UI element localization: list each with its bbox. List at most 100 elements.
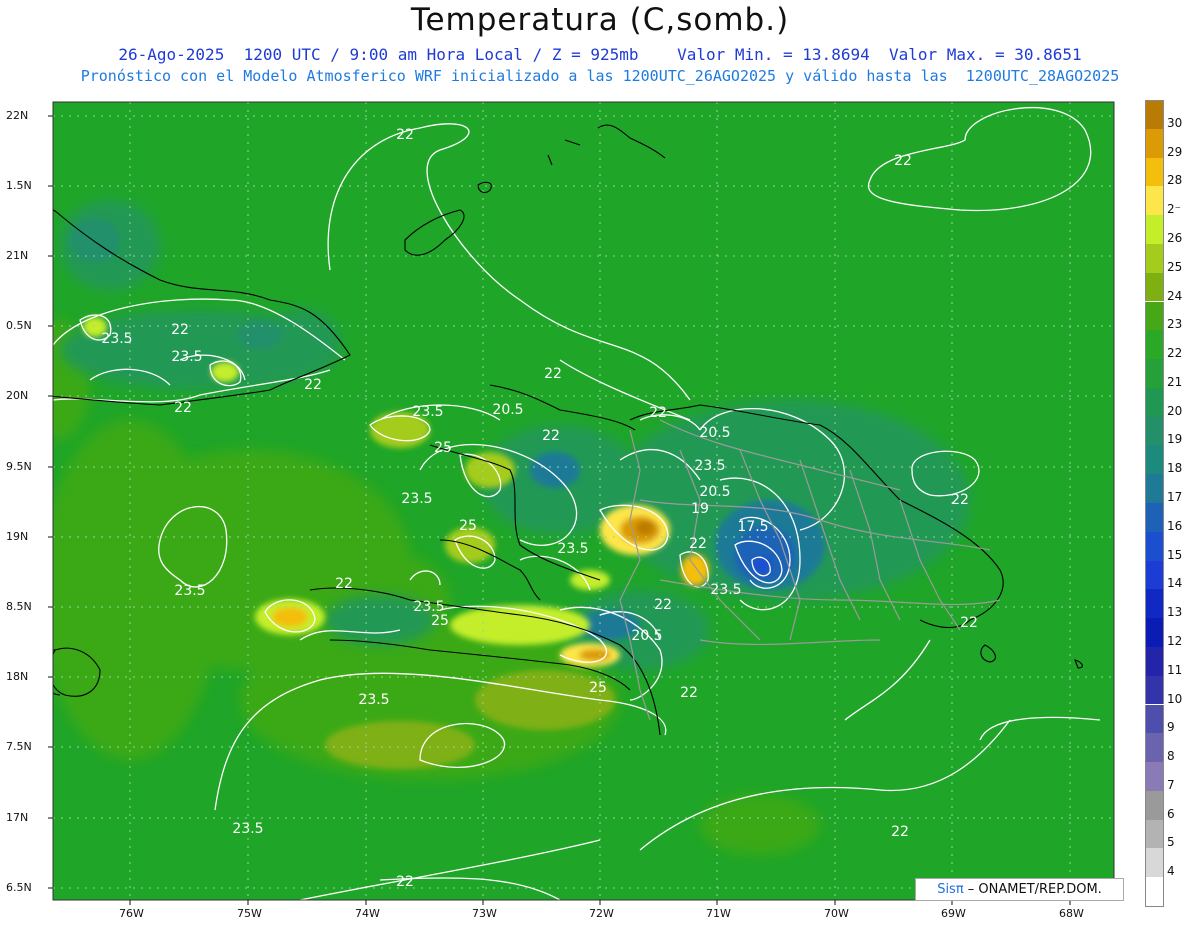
lat-label: 6.5N: [6, 881, 32, 894]
lat-label: 0.5N: [6, 319, 32, 332]
contour-label: 22: [396, 874, 414, 890]
contour-label: 22: [951, 492, 969, 508]
lon-label: 71W: [706, 907, 731, 920]
colorbar-label: 6: [1167, 806, 1175, 821]
colorbar-label: 19: [1167, 432, 1183, 447]
colorbar-swatch: [1145, 560, 1164, 590]
contour-label: 23.5: [710, 582, 741, 598]
colorbar-label: 21: [1167, 374, 1183, 389]
colorbar-swatch: [1145, 646, 1164, 676]
lon-label: 75W: [237, 907, 262, 920]
colorbar-label: 10: [1167, 691, 1183, 706]
colorbar-label: 16: [1167, 518, 1183, 533]
colorbar-swatch: [1145, 416, 1164, 446]
colorbar-swatch: [1145, 877, 1164, 907]
colorbar-swatch: [1145, 531, 1164, 561]
colorbar-legend: 30 29 28 2⁻ 26 25 24 23 22 21 20 19 18 17 16 15 14 13 12 11…: [1145, 100, 1189, 907]
colorbar-label: 8: [1167, 749, 1175, 764]
contour-label: 22: [654, 597, 672, 613]
contour-label: 22: [689, 536, 707, 552]
sispi-logo: Sisπ: [937, 882, 964, 897]
contour-label: 25: [459, 518, 477, 534]
contour-label: 20.5: [699, 425, 730, 441]
contour-label: 25: [434, 440, 452, 456]
colorbar-swatch: [1145, 243, 1164, 273]
contour-label: 22: [894, 153, 912, 169]
contour-label: 20.5: [699, 484, 730, 500]
colorbar-label: 25: [1167, 259, 1183, 274]
contour-label: 23.5: [171, 349, 202, 365]
lon-label: 76W: [119, 907, 144, 920]
colorbar-swatch: [1145, 589, 1164, 619]
colorbar-label: 7: [1167, 777, 1175, 792]
colorbar-label: 14: [1167, 576, 1183, 591]
colorbar-label: 4: [1167, 864, 1175, 879]
contour-label: 23.5: [101, 331, 132, 347]
lon-label: 69W: [941, 907, 966, 920]
contour-label: 22: [335, 576, 353, 592]
contour-label: 22: [174, 400, 192, 416]
colorbar-label: 23: [1167, 317, 1183, 332]
colorbar-swatch: [1145, 215, 1164, 244]
contour-label: 22: [171, 322, 189, 338]
colorbar-swatch: [1145, 675, 1164, 705]
colorbar-label: 30: [1167, 115, 1183, 130]
colorbar-label: 12: [1167, 633, 1183, 648]
colorbar-swatch: [1145, 790, 1164, 820]
contour-label: 22: [304, 377, 322, 393]
colorbar-swatch: [1145, 330, 1164, 360]
contour-label: 25: [589, 680, 607, 696]
colorbar-swatch: [1145, 100, 1164, 130]
lon-label: 74W: [355, 907, 380, 920]
contour-label: 22: [542, 428, 560, 444]
lon-label: 72W: [589, 907, 614, 920]
colorbar-swatch: [1145, 387, 1164, 417]
contour-label: 23.5: [694, 458, 725, 474]
contour-label: 17.5: [737, 519, 768, 535]
colorbar-swatch: [1145, 157, 1164, 187]
colorbar-label: 18: [1167, 461, 1183, 476]
contour-label: 22: [396, 127, 414, 143]
contour-label: 20.5: [631, 628, 662, 644]
credit-box: Sisπ – ONAMET/REP.DOM.: [915, 878, 1124, 901]
colorbar-swatch: [1145, 186, 1164, 216]
lat-label: 1.5N: [6, 179, 32, 192]
lat-label: 7.5N: [6, 740, 32, 753]
colorbar-label: 13: [1167, 605, 1183, 620]
colorbar-label: 29: [1167, 144, 1183, 159]
contour-label: 23.5: [174, 583, 205, 599]
lat-label: 18N: [6, 670, 29, 683]
colorbar-label: 17: [1167, 490, 1183, 505]
colorbar-swatch: [1145, 733, 1164, 763]
contour-label: 22: [960, 615, 978, 631]
colorbar-swatch: [1145, 272, 1164, 302]
colorbar-swatch: [1145, 762, 1164, 791]
contour-label: 22: [680, 685, 698, 701]
colorbar-swatch: [1145, 848, 1164, 878]
contour-label: 23.5: [358, 692, 389, 708]
lat-label: 21N: [6, 249, 29, 262]
colorbar-swatch: [1145, 445, 1164, 475]
colorbar-label: 15: [1167, 547, 1183, 562]
contour-label: 22: [544, 366, 562, 382]
lon-label: 70W: [824, 907, 849, 920]
colorbar-swatch: [1145, 128, 1164, 158]
colorbar-label: 26: [1167, 230, 1183, 245]
lat-label: 17N: [6, 811, 29, 824]
colorbar-label: 2⁻: [1167, 202, 1181, 217]
contour-label: 23.5: [412, 404, 443, 420]
lat-label: 9.5N: [6, 460, 32, 473]
colorbar-swatch: [1145, 618, 1164, 647]
credit-text: – ONAMET/REP.DOM.: [963, 882, 1102, 897]
lat-label: 22N: [6, 109, 29, 122]
colorbar-swatch: [1145, 301, 1164, 331]
colorbar-label: 9: [1167, 720, 1175, 735]
colorbar-swatch: [1145, 819, 1164, 849]
contour-label: 22: [891, 824, 909, 840]
colorbar-label: 24: [1167, 288, 1183, 303]
colorbar-label: 22: [1167, 346, 1183, 361]
contour-label: 23.5: [401, 491, 432, 507]
contour-label: 23.5: [557, 541, 588, 557]
contour-label: 19: [691, 501, 709, 517]
lat-label: 19N: [6, 530, 29, 543]
